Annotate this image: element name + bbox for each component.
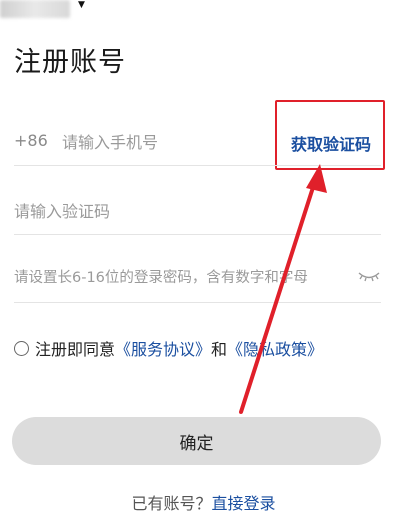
dropdown-caret-icon: ▼ — [78, 0, 85, 10]
direct-login-link[interactable]: 直接登录 — [212, 494, 276, 513]
agreement-and: 和 — [211, 340, 228, 359]
agreement-prefix: 注册即同意 — [35, 340, 116, 359]
agreement-radio[interactable] — [14, 340, 29, 356]
divider — [14, 234, 381, 235]
verification-code-input[interactable] — [14, 198, 314, 224]
country-code[interactable]: +86 — [14, 131, 48, 150]
status-bar-blurred — [0, 0, 70, 18]
agreement-row: 注册即同意 《服务协议》 和 《隐私政策》 — [14, 336, 323, 360]
get-code-button[interactable]: 获取验证码 — [291, 131, 371, 155]
privacy-policy-link[interactable]: 《隐私政策》 — [227, 336, 323, 360]
divider — [14, 165, 381, 166]
page-title: 注册账号 — [14, 47, 126, 78]
confirm-button[interactable]: 确定 — [12, 417, 381, 465]
login-row: 已有账号？直接登录 — [0, 490, 407, 514]
eye-closed-icon[interactable] — [357, 268, 381, 284]
divider — [14, 302, 381, 303]
service-agreement-link[interactable]: 《服务协议》 — [115, 336, 211, 360]
password-input[interactable] — [14, 265, 344, 291]
login-prompt: 已有账号？ — [131, 494, 212, 513]
phone-input[interactable] — [62, 129, 262, 155]
